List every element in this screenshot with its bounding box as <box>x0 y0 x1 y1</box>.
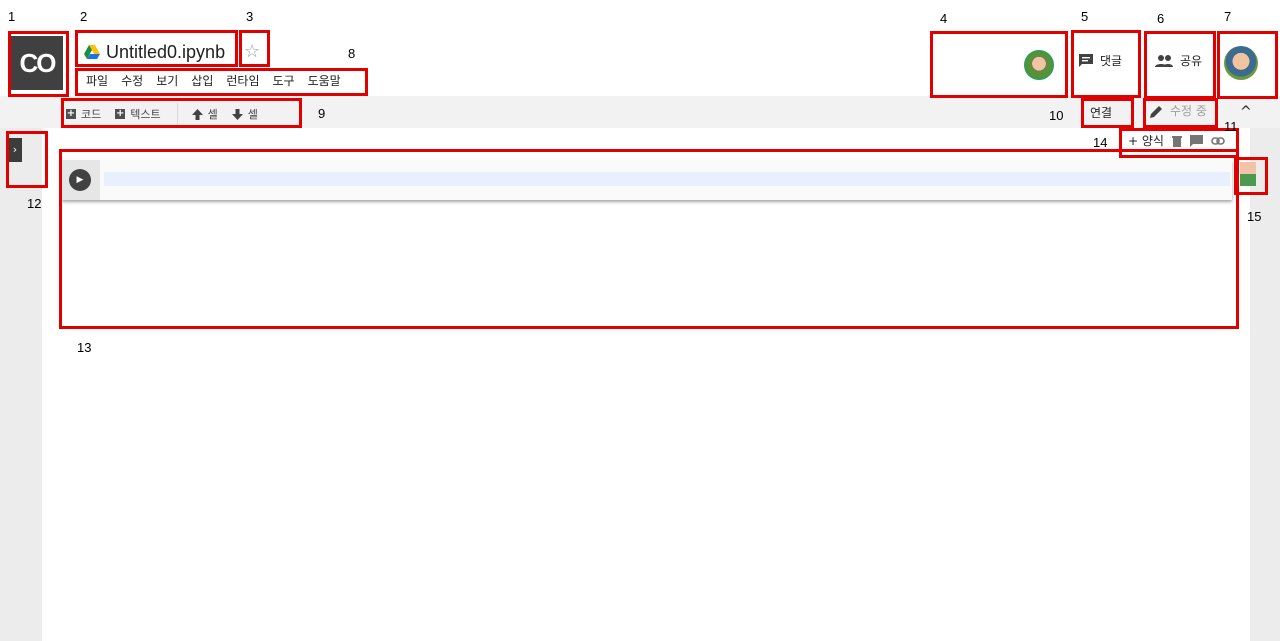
menu-edit[interactable]: 수정 <box>121 72 143 90</box>
annotation-number: 6 <box>1157 11 1165 26</box>
annotation-number: 7 <box>1224 9 1232 24</box>
plus-icon: + <box>66 108 76 119</box>
annotation-number: 4 <box>940 11 948 26</box>
annotation-number: 14 <box>1093 135 1108 150</box>
cell-toolbar: + 양식 <box>1128 132 1225 149</box>
collaborator-avatar[interactable] <box>1024 50 1054 80</box>
menu-help[interactable]: 도움말 <box>308 72 341 90</box>
move-up-label: 셀 <box>207 108 218 121</box>
colab-logo[interactable]: CO <box>11 36 63 90</box>
share-label: 공유 <box>1180 54 1203 68</box>
menu-runtime[interactable]: 런타임 <box>226 72 259 90</box>
add-code-label: 코드 <box>81 108 102 121</box>
account-avatar[interactable] <box>1224 46 1258 80</box>
annotation-number: 15 <box>1247 209 1262 224</box>
toolbar-left: + 코드 + 텍스트 셀 셀 <box>66 103 272 125</box>
notebook-title-text: Untitled0.ipynb <box>106 41 226 62</box>
menu-file[interactable]: 파일 <box>86 72 108 90</box>
annotation-number: 13 <box>77 340 92 355</box>
trash-icon[interactable] <box>1171 135 1182 147</box>
notebook-title[interactable]: Untitled0.ipynb <box>84 40 225 64</box>
move-down-label: 셀 <box>247 108 258 121</box>
add-code-button[interactable]: + 코드 <box>66 106 101 122</box>
menu-bar: 파일 수정 보기 삽입 런타임 도구 도움말 <box>86 72 354 90</box>
code-editor-line[interactable] <box>104 172 1230 186</box>
comment-icon <box>1079 53 1093 67</box>
add-form-button[interactable]: + 양식 <box>1128 132 1164 149</box>
annotation-number: 3 <box>246 9 254 24</box>
sidebar-toggle-icon[interactable]: › <box>8 138 22 162</box>
arrow-up-icon <box>191 108 203 120</box>
annotation-number: 12 <box>27 196 42 211</box>
plus-icon: + <box>115 108 126 119</box>
add-text-button[interactable]: + 텍스트 <box>115 106 161 122</box>
page-margin-right <box>1250 128 1280 641</box>
comment-icon[interactable] <box>1189 134 1203 147</box>
pencil-icon <box>1150 105 1162 118</box>
logo-text: CO <box>19 47 57 78</box>
arrow-down-icon <box>231 108 243 120</box>
annotation-number: 11 <box>1224 119 1238 134</box>
move-cell-down-button[interactable]: 셀 <box>231 106 258 122</box>
annotation-number: 5 <box>1081 9 1089 24</box>
star-icon[interactable]: ☆ <box>244 42 260 62</box>
annotation-number: 10 <box>1049 108 1064 123</box>
add-text-label: 텍스트 <box>130 108 161 121</box>
comments-button[interactable]: 댓글 <box>1078 52 1122 69</box>
comments-label: 댓글 <box>1100 54 1123 68</box>
collapse-header-icon[interactable]: ^ <box>1240 104 1252 120</box>
people-icon <box>1155 54 1173 67</box>
link-icon[interactable] <box>1211 136 1225 146</box>
annotation-number: 9 <box>318 106 326 121</box>
editing-mode-button[interactable]: 수정 중 <box>1150 102 1207 119</box>
menu-tools[interactable]: 도구 <box>273 72 295 90</box>
annotation-number: 2 <box>80 9 88 24</box>
play-icon[interactable]: ▶ <box>69 169 91 191</box>
menu-insert[interactable]: 삽입 <box>191 72 213 90</box>
connect-button[interactable]: 연결 <box>1090 104 1112 121</box>
drive-icon <box>84 45 100 59</box>
collaborator-cursor-avatar <box>1240 162 1256 186</box>
share-button[interactable]: 공유 <box>1154 52 1202 69</box>
annotation-number: 1 <box>8 9 16 24</box>
toolbar-divider <box>176 103 178 125</box>
menu-view[interactable]: 보기 <box>156 72 178 90</box>
move-cell-up-button[interactable]: 셀 <box>191 106 218 122</box>
annotation-number: 8 <box>348 46 356 61</box>
editing-label: 수정 중 <box>1170 104 1207 118</box>
